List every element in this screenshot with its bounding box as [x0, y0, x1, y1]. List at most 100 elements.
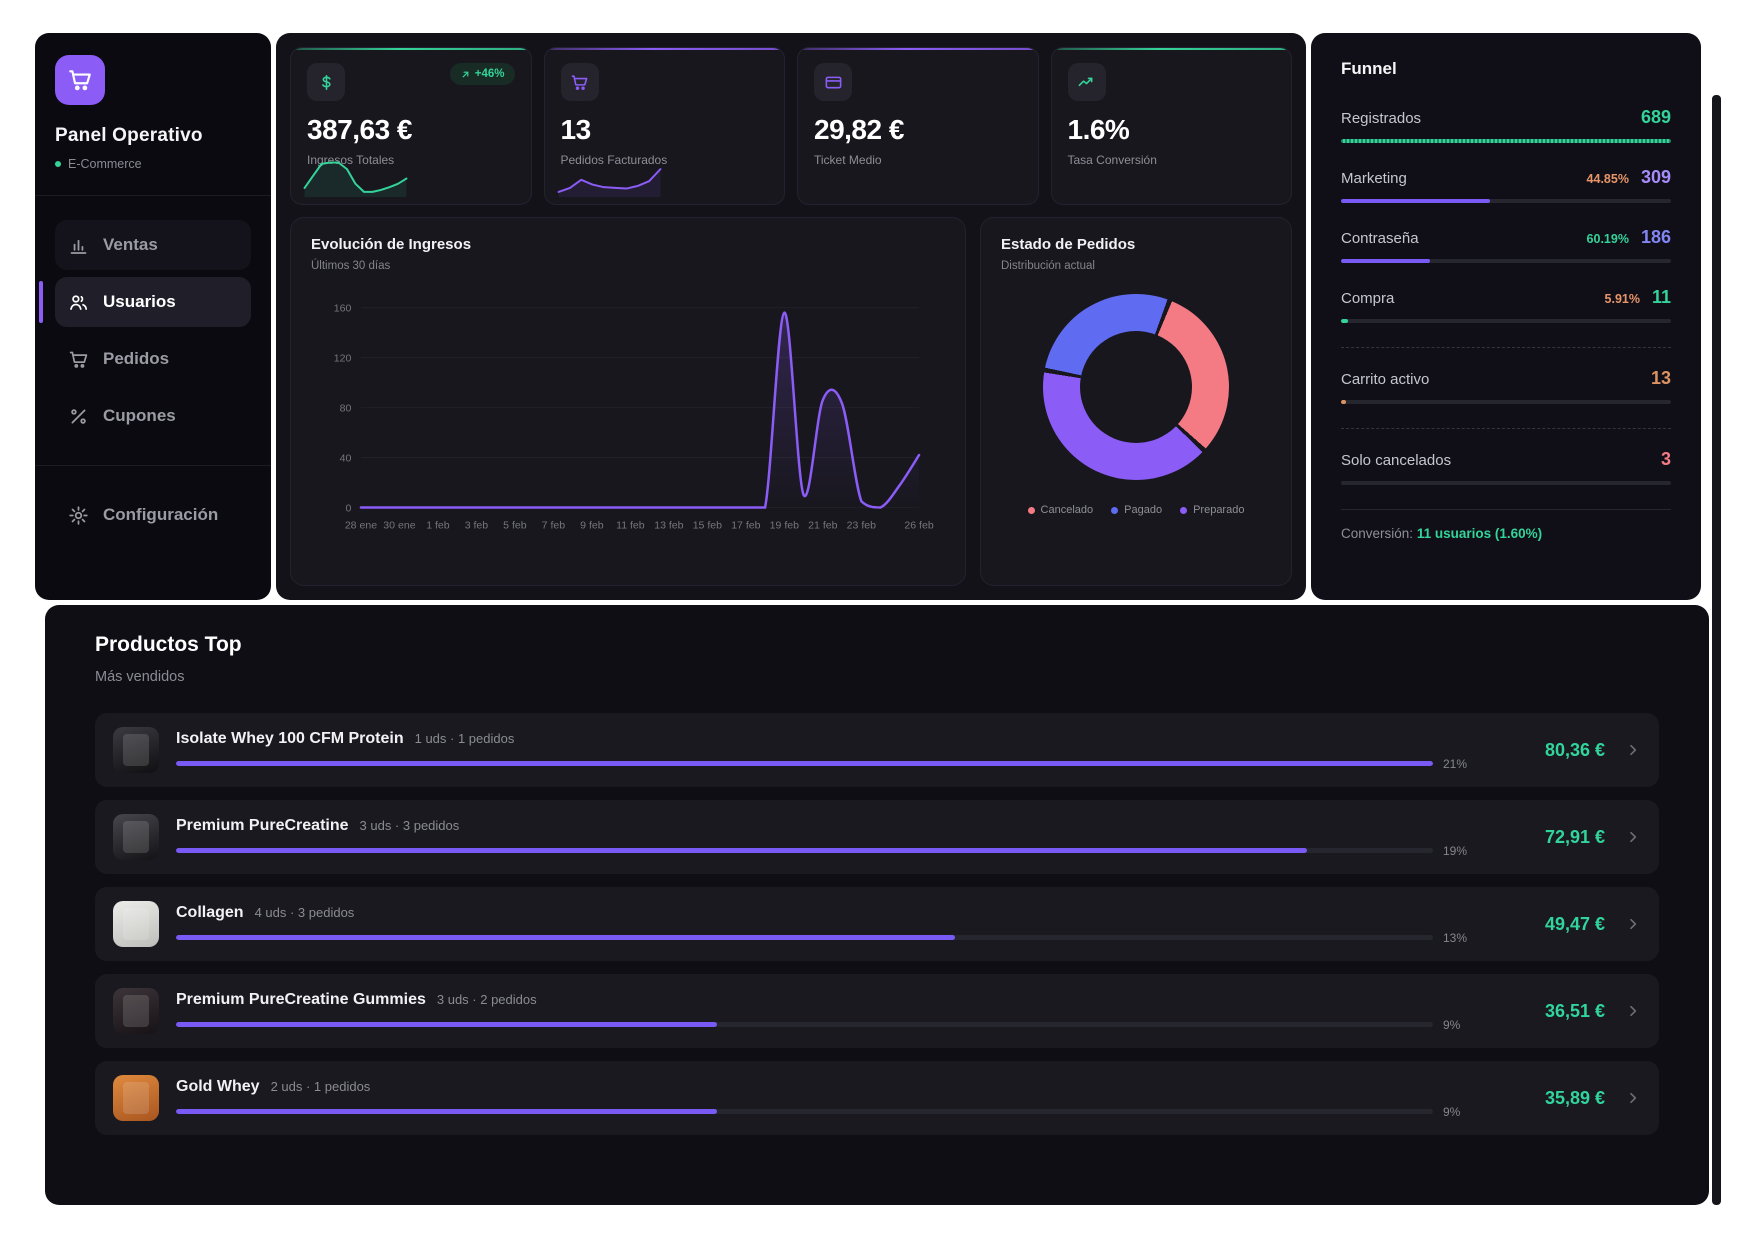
funnel-stage-registrados: Registrados 689 — [1341, 107, 1671, 143]
product-row-collagen[interactable]: Collagen 4 uds · 3 pedidos 13% 49,47 € — [95, 887, 1659, 961]
svg-text:9 feb: 9 feb — [580, 520, 604, 532]
product-row-gold-whey[interactable]: Gold Whey 2 uds · 1 pedidos 9% 35,89 € — [95, 1061, 1659, 1135]
section-title: Productos Top — [95, 633, 1659, 657]
stage-value: 11 — [1652, 287, 1671, 308]
legend-dot — [1180, 507, 1187, 514]
growth-badge: +46% — [450, 63, 515, 85]
funnel-stage-marketing: Marketing 44.85% 309 — [1341, 167, 1671, 203]
gear-icon — [68, 505, 89, 526]
svg-text:13 feb: 13 feb — [654, 520, 683, 532]
stage-value: 13 — [1651, 368, 1671, 389]
product-name: Collagen — [176, 904, 244, 922]
kpi-label: Tasa Conversión — [1068, 153, 1276, 167]
sidebar-item-configuracion[interactable]: Configuración — [55, 490, 251, 540]
stage-bar — [1341, 199, 1671, 203]
product-image — [113, 727, 159, 773]
legend-label: Preparado — [1193, 504, 1244, 516]
product-share: 9% — [1443, 1105, 1481, 1119]
stage-label: Registrados — [1341, 110, 1641, 127]
cart-icon — [67, 67, 93, 93]
section-subtitle: Más vendidos — [95, 669, 1659, 685]
page-title: Panel Operativo — [55, 125, 251, 147]
product-share: 13% — [1443, 931, 1481, 945]
product-meta: 2 uds · 1 pedidos — [271, 1079, 371, 1094]
conversion-summary: Conversión: 11 usuarios (1.60%) — [1341, 526, 1671, 541]
kpi-card-ingresos: +46% 387,63 € Ingresos Totales — [290, 47, 532, 205]
sidebar-item-cupones[interactable]: Cupones — [55, 391, 251, 441]
chevron-right-icon[interactable] — [1625, 829, 1641, 845]
sidebar: Panel Operativo E-Commerce Ventas Usuari… — [35, 33, 271, 600]
product-list: Isolate Whey 100 CFM Protein 1 uds · 1 p… — [95, 713, 1659, 1135]
svg-text:11 feb: 11 feb — [616, 520, 645, 532]
svg-text:26 feb: 26 feb — [904, 520, 933, 532]
dollar-icon — [307, 63, 345, 101]
card-accent-line — [1052, 48, 1292, 50]
product-name: Gold Whey — [176, 1078, 260, 1096]
chevron-right-icon[interactable] — [1625, 742, 1641, 758]
product-meta: 1 uds · 1 pedidos — [415, 731, 515, 746]
stage-value: 689 — [1641, 107, 1671, 128]
cart-icon — [68, 349, 89, 370]
sidebar-item-label: Configuración — [103, 505, 218, 525]
product-share-bar — [176, 848, 1433, 853]
percent-icon — [68, 406, 89, 427]
legend-dot — [1028, 507, 1035, 514]
svg-text:28 ene: 28 ene — [345, 520, 377, 532]
product-row-purecreatine[interactable]: Premium PureCreatine 3 uds · 3 pedidos 1… — [95, 800, 1659, 874]
product-revenue: 80,36 € — [1495, 740, 1605, 761]
sparkline-chart — [557, 156, 662, 198]
stage-label: Contraseña — [1341, 230, 1587, 247]
chevron-right-icon[interactable] — [1625, 1090, 1641, 1106]
product-revenue: 36,51 € — [1495, 1001, 1605, 1022]
product-image — [113, 988, 159, 1034]
sidebar-item-pedidos[interactable]: Pedidos — [55, 334, 251, 384]
sidebar-item-label: Usuarios — [103, 292, 176, 312]
dashed-divider — [1341, 428, 1671, 429]
sidebar-item-usuarios[interactable]: Usuarios — [55, 277, 251, 327]
product-meta: 4 uds · 3 pedidos — [255, 905, 355, 920]
stage-bar — [1341, 400, 1671, 404]
svg-text:1 feb: 1 feb — [426, 520, 450, 532]
product-name: Premium PureCreatine Gummies — [176, 991, 426, 1009]
chevron-right-icon[interactable] — [1625, 916, 1641, 932]
product-share-bar — [176, 1022, 1433, 1027]
sparkline-chart — [303, 156, 408, 198]
chart-title: Evolución de Ingresos — [311, 236, 945, 253]
top-products-panel: Productos Top Más vendidos Isolate Whey … — [45, 605, 1709, 1205]
store-name: E-Commerce — [68, 157, 142, 171]
kpi-value: 1.6% — [1068, 114, 1276, 146]
main-dashboard: +46% 387,63 € Ingresos Totales 13 Pedido… — [276, 33, 1306, 600]
product-share: 9% — [1443, 1018, 1481, 1032]
users-icon — [68, 292, 89, 313]
kpi-card-conversion: 1.6% Tasa Conversión — [1051, 47, 1293, 205]
svg-text:7 feb: 7 feb — [542, 520, 566, 532]
product-share: 21% — [1443, 757, 1481, 771]
product-image — [113, 901, 159, 947]
product-revenue: 72,91 € — [1495, 827, 1605, 848]
svg-text:15 feb: 15 feb — [693, 520, 722, 532]
cart-icon — [561, 63, 599, 101]
sidebar-item-label: Cupones — [103, 406, 176, 426]
chevron-right-icon[interactable] — [1625, 1003, 1641, 1019]
stage-bar — [1341, 319, 1671, 323]
sidebar-item-label: Pedidos — [103, 349, 169, 369]
divider — [35, 465, 271, 466]
product-meta: 3 uds · 3 pedidos — [360, 818, 460, 833]
product-name: Isolate Whey 100 CFM Protein — [176, 730, 404, 748]
bar-chart-icon — [68, 235, 89, 256]
svg-text:17 feb: 17 feb — [731, 520, 760, 532]
stage-bar — [1341, 139, 1671, 143]
stage-label: Carrito activo — [1341, 371, 1651, 388]
svg-text:5 feb: 5 feb — [503, 520, 527, 532]
conversion-label: Conversión: — [1341, 526, 1413, 541]
dashed-divider — [1341, 347, 1671, 348]
stage-bar — [1341, 481, 1671, 485]
sidebar-item-ventas[interactable]: Ventas — [55, 220, 251, 270]
funnel-stage-cancelados: Solo cancelados 3 — [1341, 449, 1671, 485]
funnel-stage-compra: Compra 5.91% 11 — [1341, 287, 1671, 323]
product-row-isolate-whey[interactable]: Isolate Whey 100 CFM Protein 1 uds · 1 p… — [95, 713, 1659, 787]
svg-text:80: 80 — [340, 402, 352, 414]
dashboard-page: Panel Operativo E-Commerce Ventas Usuari… — [0, 0, 1748, 1240]
product-revenue: 49,47 € — [1495, 914, 1605, 935]
product-row-gummies[interactable]: Premium PureCreatine Gummies 3 uds · 2 p… — [95, 974, 1659, 1048]
